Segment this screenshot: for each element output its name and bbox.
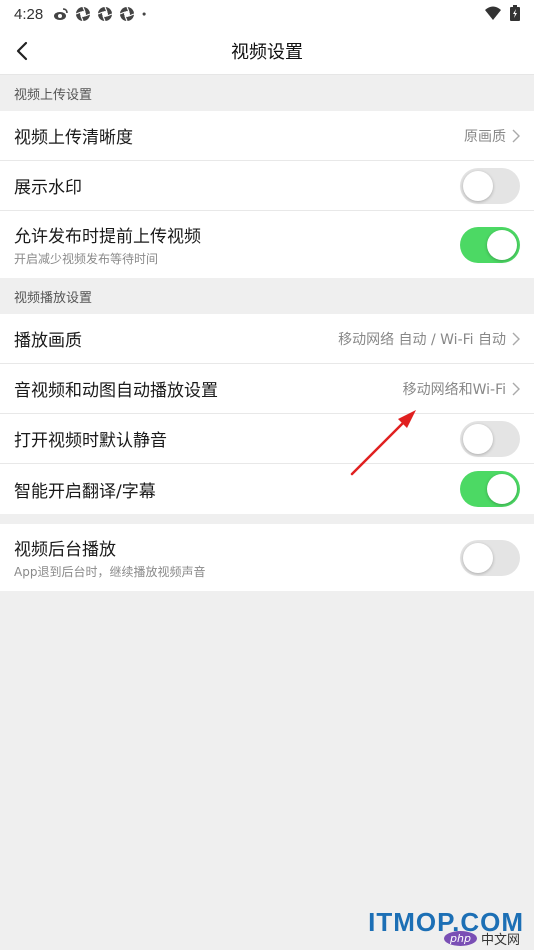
status-time: 4:28: [14, 5, 44, 23]
section-header-playback: 视频播放设置: [0, 278, 534, 314]
subtitle-toggle[interactable]: [460, 471, 520, 507]
playback-quality-value: 移动网络 自动 / Wi-Fi 自动: [338, 331, 506, 348]
mute-toggle[interactable]: [460, 420, 520, 457]
playback-quality-row[interactable]: 播放画质 移动网络 自动 / Wi-Fi 自动: [0, 314, 534, 364]
dot-icon: [142, 12, 146, 16]
mute-label: 打开视频时默认静音: [14, 431, 167, 451]
chevron-right-icon: [512, 129, 520, 142]
aperture-icon: [97, 6, 113, 22]
toggle-knob: [463, 542, 493, 573]
playback-quality-label: 播放画质: [14, 331, 82, 351]
watermark-row: 展示水印: [0, 161, 534, 211]
upload-resolution-label: 视频上传清晰度: [14, 128, 133, 148]
toggle-knob: [487, 229, 517, 260]
autoplay-label: 音视频和动图自动播放设置: [14, 381, 218, 401]
back-arrow-icon[interactable]: [12, 40, 34, 62]
toggle-knob: [463, 170, 493, 201]
battery-icon: [510, 5, 520, 21]
preupload-label: 允许发布时提前上传视频: [14, 227, 201, 247]
section-header-upload: 视频上传设置: [0, 75, 534, 111]
subtitle-row: 智能开启翻译/字幕: [0, 464, 534, 514]
page-title: 视频设置: [231, 42, 303, 63]
background-play-row: 视频后台播放 App退到后台时，继续播放视频声音: [0, 524, 534, 591]
toggle-knob: [487, 474, 517, 504]
preupload-toggle[interactable]: [460, 226, 520, 263]
watermark-php: php 中文网: [444, 929, 520, 948]
weibo-icon: [54, 8, 69, 20]
chevron-right-icon: [512, 332, 520, 345]
status-notification-icons: [53, 6, 151, 22]
status-bar: 4:28: [0, 0, 534, 28]
watermark-toggle[interactable]: [460, 167, 520, 204]
background-play-label: 视频后台播放: [14, 540, 116, 560]
toggle-knob: [463, 423, 493, 454]
preupload-subtitle: 开启减少视频发布等待时间: [14, 252, 159, 266]
autoplay-value: 移动网络和Wi-Fi: [402, 381, 506, 398]
autoplay-row[interactable]: 音视频和动图自动播放设置 移动网络和Wi-Fi: [0, 364, 534, 414]
wifi-icon: [485, 6, 501, 20]
aperture-icon: [119, 6, 135, 22]
upload-resolution-row[interactable]: 视频上传清晰度 原画质: [0, 111, 534, 161]
background-play-subtitle: App退到后台时，继续播放视频声音: [14, 565, 206, 579]
upload-resolution-value: 原画质: [464, 128, 506, 145]
watermark-label: 展示水印: [14, 178, 82, 198]
subtitle-label: 智能开启翻译/字幕: [14, 481, 156, 502]
chevron-right-icon: [512, 382, 520, 395]
section-gap: [0, 514, 534, 524]
php-badge: php: [444, 931, 477, 946]
preupload-row: 允许发布时提前上传视频 开启减少视频发布等待时间: [0, 211, 534, 278]
background-play-toggle[interactable]: [460, 539, 520, 576]
nav-bar: 视频设置: [0, 28, 534, 75]
status-system-icons: [484, 5, 520, 21]
mute-row: 打开视频时默认静音: [0, 414, 534, 464]
watermark-cn-site: 中文网: [480, 933, 520, 948]
aperture-icon: [75, 6, 91, 22]
